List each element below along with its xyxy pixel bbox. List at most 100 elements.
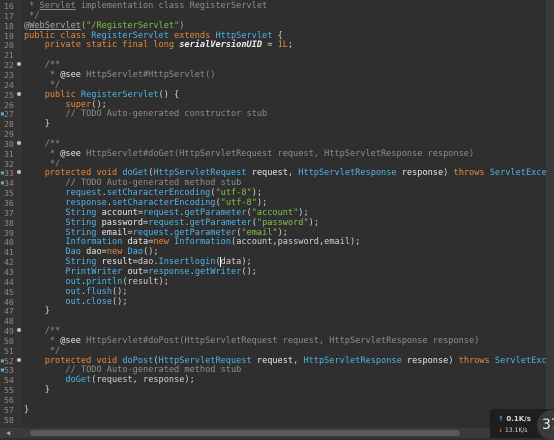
code-text: doGet(request, response); bbox=[65, 375, 195, 386]
code-line[interactable]: 37 String account=request.getParameter("… bbox=[0, 208, 546, 218]
code-text: // TODO Auto-generated constructor stub bbox=[65, 109, 268, 120]
line-number: 57 bbox=[4, 404, 14, 415]
code-text: String account=request.getParameter("acc… bbox=[65, 207, 309, 218]
line-number: 46 bbox=[4, 296, 14, 307]
code-text: * @see HttpServlet#doPost(HttpServletReq… bbox=[24, 335, 480, 346]
code-editor[interactable]: 16 * Servlet implementation class Regist… bbox=[0, 0, 546, 428]
fold-toggle-icon[interactable] bbox=[17, 140, 21, 145]
line-number: 43 bbox=[4, 266, 14, 277]
line-number: 48 bbox=[4, 316, 14, 327]
task-marker-icon: ▪ bbox=[0, 168, 5, 178]
code-line[interactable]: 39 String email=request.getParameter("em… bbox=[0, 228, 546, 238]
code-line[interactable]: 17 */ bbox=[0, 11, 546, 21]
line-number: 56 bbox=[4, 395, 14, 405]
code-text: out.close(); bbox=[65, 296, 128, 307]
code-text: } bbox=[24, 119, 50, 130]
scroll-left-arrow-icon[interactable]: ◀ bbox=[6, 429, 10, 437]
line-number: 35 bbox=[4, 188, 14, 199]
code-line[interactable]: 26 super(); bbox=[0, 100, 546, 110]
code-text: public RegisterServlet() { bbox=[44, 89, 180, 100]
code-line[interactable]: 24 */ bbox=[0, 80, 546, 90]
horizontal-scroll-thumb[interactable] bbox=[30, 430, 460, 436]
line-number: 24 bbox=[4, 79, 14, 90]
code-text: } bbox=[24, 404, 30, 415]
fold-toggle-icon[interactable] bbox=[17, 91, 21, 96]
line-number: 40 bbox=[4, 237, 14, 248]
code-line[interactable]: 46 out.close(); bbox=[0, 297, 546, 307]
code-line[interactable]: 20 private static final long serialVersi… bbox=[0, 40, 546, 50]
code-line[interactable]: 29 bbox=[0, 129, 546, 139]
vertical-scrollbar[interactable] bbox=[546, 0, 554, 428]
code-line[interactable]: 36 response.setCharacterEncoding("utf-8"… bbox=[0, 198, 546, 208]
code-text: */ bbox=[24, 158, 61, 169]
line-number: 34 bbox=[4, 178, 14, 189]
code-line[interactable]: 16 * Servlet implementation class Regist… bbox=[0, 1, 546, 11]
code-line[interactable]: 32 */ bbox=[0, 159, 546, 169]
code-text: Information data=new Information(account… bbox=[65, 237, 361, 248]
code-text: request.setCharacterEncoding("utf-8"); bbox=[65, 188, 263, 199]
code-line[interactable]: 25 public RegisterServlet() { bbox=[0, 90, 546, 100]
code-line[interactable]: 42 String result=dao.Insertlogin(data); bbox=[0, 257, 546, 268]
code-line[interactable]: 31 * @see HttpServlet#doGet(HttpServletR… bbox=[0, 149, 546, 159]
code-text: String password=request.getParameter("pa… bbox=[65, 217, 320, 228]
task-marker-icon: ▪ bbox=[0, 178, 5, 188]
code-line[interactable]: 40 Information data=new Information(acco… bbox=[0, 237, 546, 247]
code-line[interactable]: 47 } bbox=[0, 306, 546, 316]
code-text: /** bbox=[44, 60, 61, 71]
code-line[interactable]: 41 Dao dao=new Dao(); bbox=[0, 247, 546, 257]
code-line[interactable]: 22 /** bbox=[0, 60, 546, 70]
download-speed: ↓ 13.1K/s bbox=[498, 427, 527, 434]
code-line[interactable]: 45 out.flush(); bbox=[0, 287, 546, 297]
code-line[interactable]: 48 bbox=[0, 316, 546, 326]
code-line[interactable]: 58 bbox=[0, 415, 546, 425]
code-text: * Servlet implementation class RegisterS… bbox=[24, 1, 268, 11]
line-number: 27 bbox=[4, 109, 14, 120]
code-text: String email=request.getParameter("email… bbox=[65, 227, 288, 238]
upload-speed-unit: K/s bbox=[518, 415, 531, 423]
upload-arrow-icon: ↑ bbox=[498, 415, 504, 423]
code-text: /** bbox=[44, 138, 61, 149]
line-number: 19 bbox=[4, 30, 14, 41]
line-number: 39 bbox=[4, 227, 14, 238]
code-text: */ bbox=[24, 345, 61, 356]
code-text: private static final long serialVersionU… bbox=[44, 40, 294, 51]
line-number: 17 bbox=[4, 10, 14, 21]
code-line[interactable]: 56 bbox=[0, 395, 546, 405]
code-line[interactable]: 53 ▪ // TODO Auto-generated method stub bbox=[0, 365, 546, 375]
code-line[interactable]: 35 request.setCharacterEncoding("utf-8")… bbox=[0, 188, 546, 198]
code-text: * @see HttpServlet#doGet(HttpServletRequ… bbox=[24, 148, 475, 159]
fold-toggle-icon[interactable] bbox=[17, 357, 21, 362]
code-line[interactable]: 49 /** bbox=[0, 326, 546, 336]
code-line[interactable]: 30 /** bbox=[0, 139, 546, 149]
code-line[interactable]: 33 ▪ protected void doGet(HttpServletRequ… bbox=[0, 168, 546, 178]
code-text: // TODO Auto-generated method stub bbox=[65, 178, 242, 189]
code-line[interactable]: 54 doGet(request, response); bbox=[0, 375, 546, 385]
code-line[interactable]: 43 PrintWriter out=response.getWriter(); bbox=[0, 267, 546, 277]
code-line[interactable]: 34 ▪ // TODO Auto-generated method stub bbox=[0, 178, 546, 188]
code-line[interactable]: 44 out.println(result); bbox=[0, 277, 546, 287]
task-marker-icon: ▪ bbox=[0, 365, 5, 375]
code-line[interactable]: 27 ▪ // TODO Auto-generated constructor s… bbox=[0, 109, 546, 119]
code-text: out.println(result); bbox=[65, 276, 169, 287]
code-text: out.flush(); bbox=[65, 286, 128, 297]
code-text: protected void doPost(HttpServletRequest… bbox=[44, 355, 546, 366]
code-line[interactable]: 51 */ bbox=[0, 346, 546, 356]
line-number: 45 bbox=[4, 286, 14, 297]
code-text: protected void doGet(HttpServletRequest … bbox=[44, 168, 546, 179]
horizontal-scrollbar[interactable]: ◀ bbox=[0, 428, 554, 438]
line-number: 41 bbox=[4, 247, 14, 258]
code-line[interactable]: 52 ▪ protected void doPost(HttpServletReq… bbox=[0, 356, 546, 366]
line-number: 20 bbox=[4, 40, 14, 51]
line-number: 26 bbox=[4, 99, 14, 110]
code-line[interactable]: 18 @WebServlet("/RegisterServlet") bbox=[0, 21, 546, 31]
code-line[interactable]: 38 String password=request.getParameter(… bbox=[0, 218, 546, 228]
code-line[interactable]: 57} bbox=[0, 405, 546, 415]
line-number: 58 bbox=[4, 414, 14, 425]
code-line[interactable]: 28 } bbox=[0, 119, 546, 129]
code-line[interactable]: 21 bbox=[0, 50, 546, 60]
code-line[interactable]: 55 } bbox=[0, 385, 546, 395]
code-line[interactable]: 50 * @see HttpServlet#doPost(HttpServlet… bbox=[0, 336, 546, 346]
code-line[interactable]: 23 * @see HttpServlet#HttpServlet() bbox=[0, 70, 546, 80]
line-number: 55 bbox=[4, 385, 14, 396]
line-number: 47 bbox=[4, 306, 14, 317]
